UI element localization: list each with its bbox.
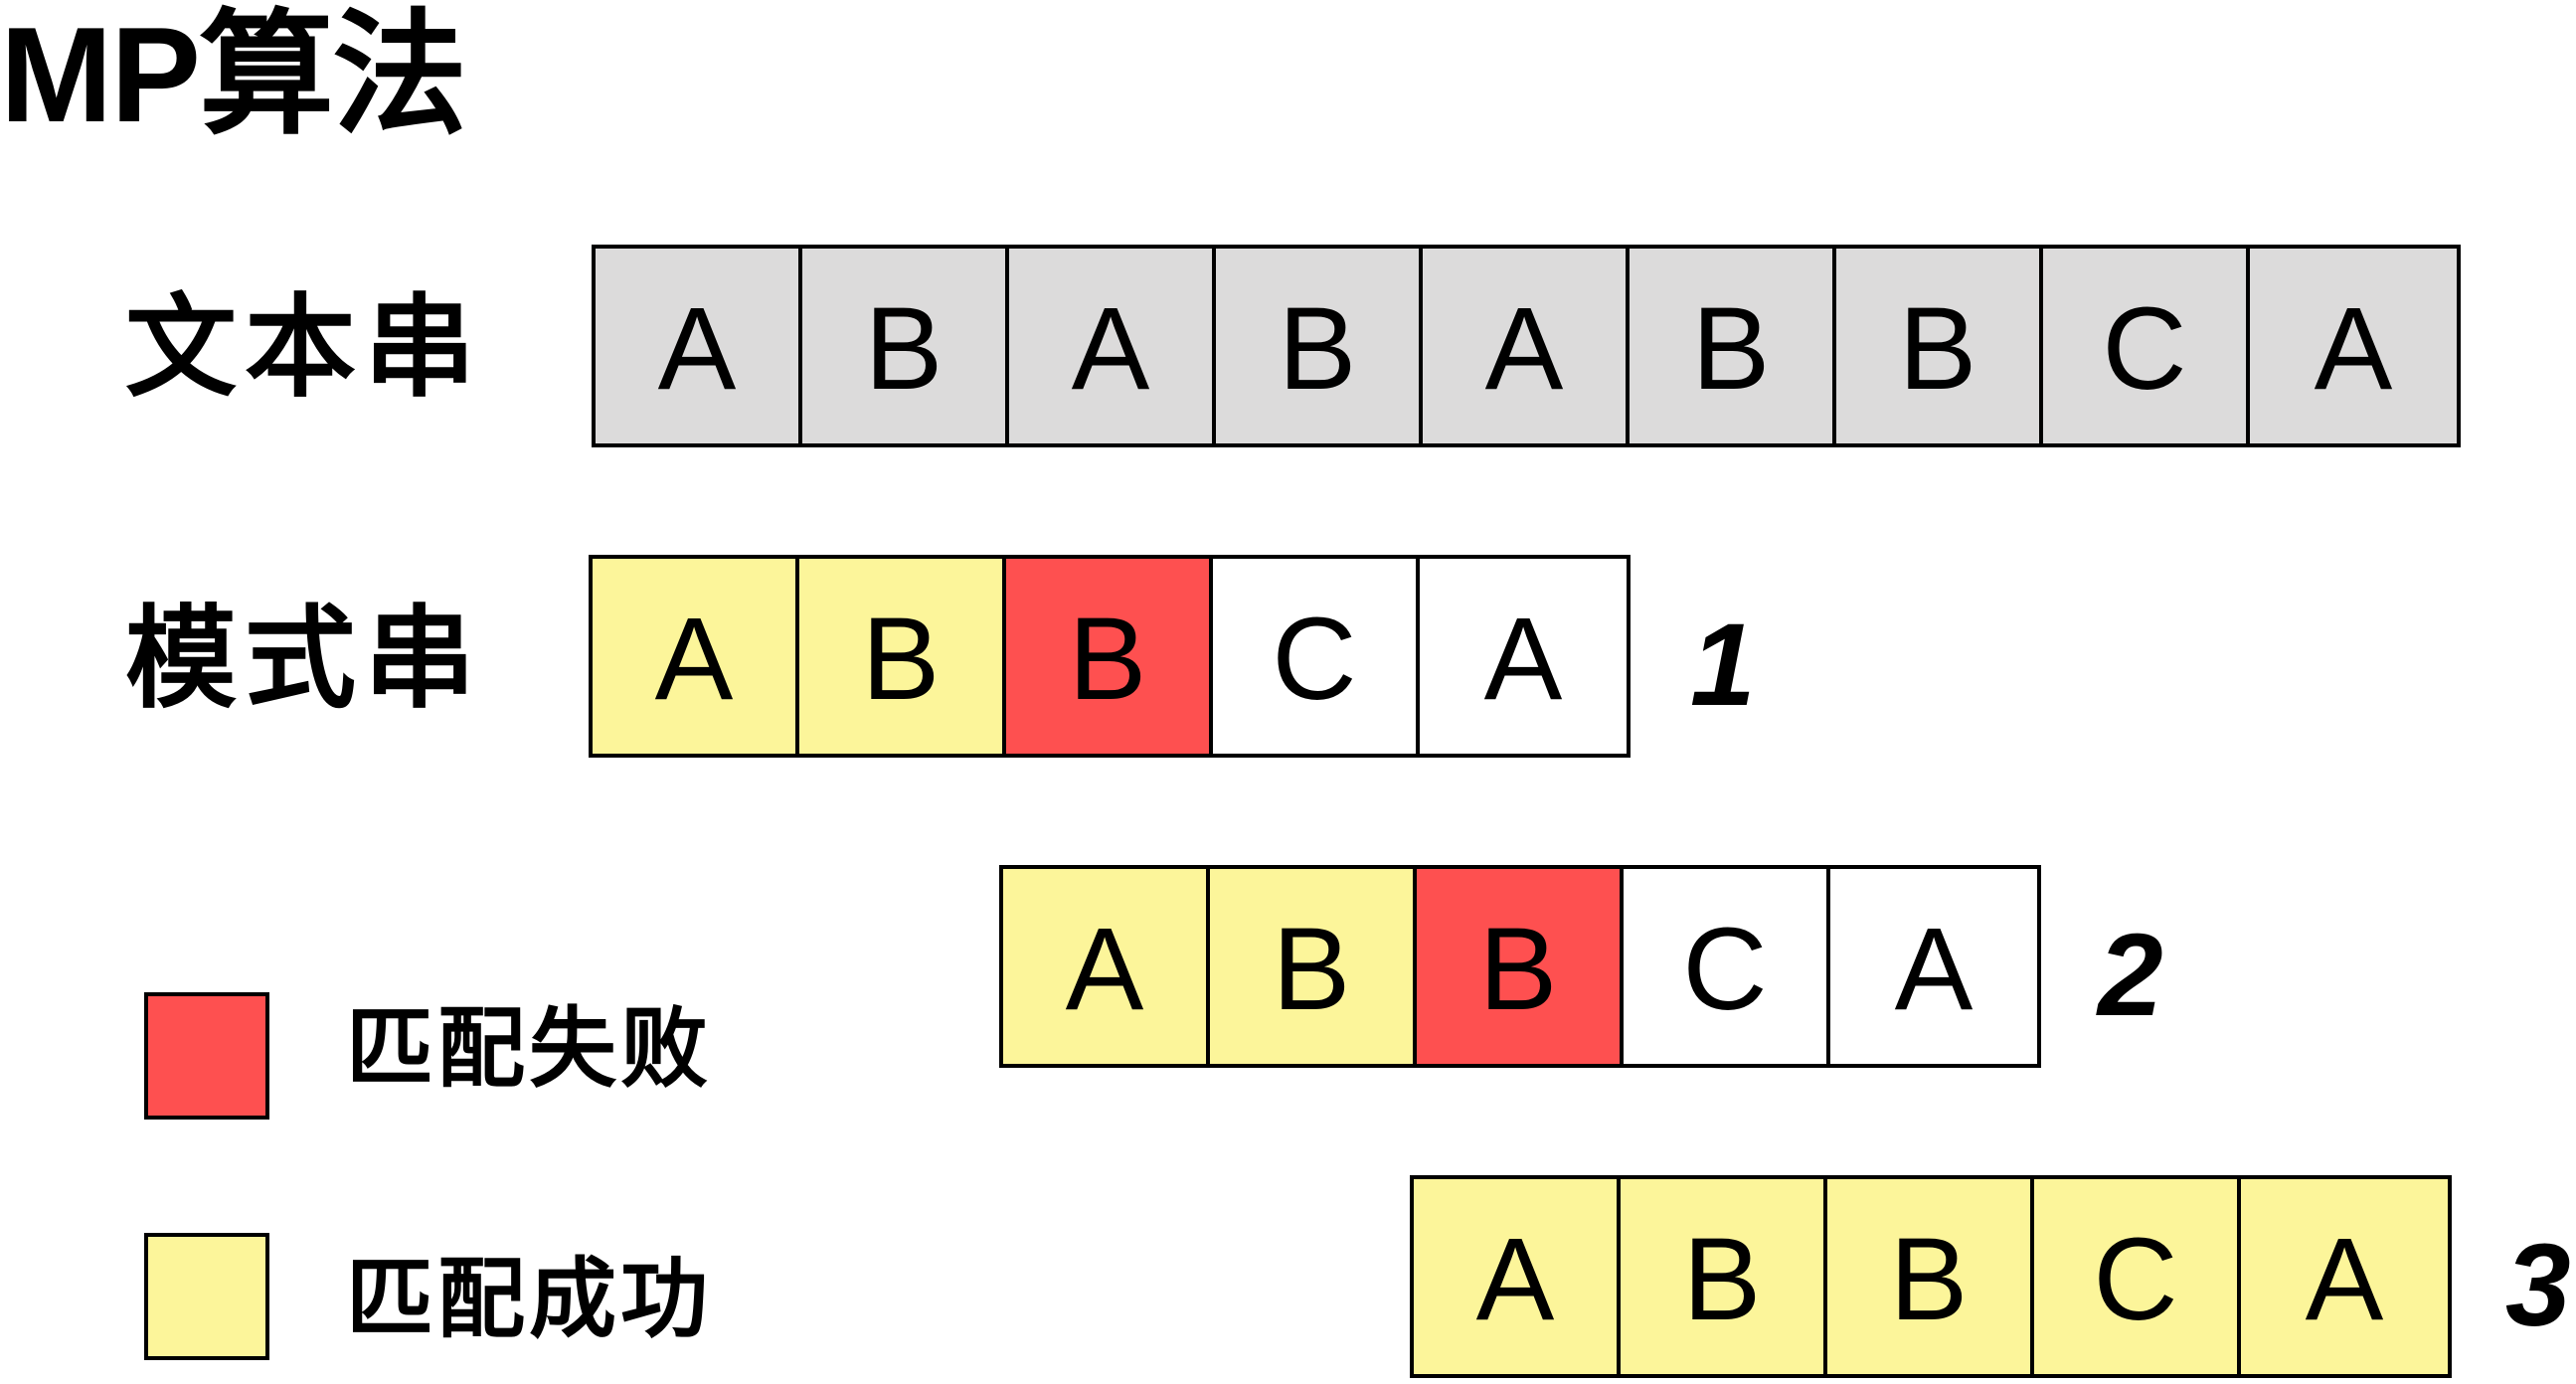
pattern-cell: B xyxy=(1827,1179,2034,1374)
text-cell: B xyxy=(1216,249,1423,443)
pattern-string-label: 模式串 xyxy=(125,597,483,721)
text-string-label: 文本串 xyxy=(125,285,483,410)
pattern-cell: A xyxy=(2241,1179,2448,1374)
pattern-attempt-2: A B B C A xyxy=(999,865,2041,1068)
pattern-cell: B xyxy=(1006,559,1213,754)
text-cell: A xyxy=(1423,249,1630,443)
step-number-2: 2 xyxy=(2098,910,2163,1041)
text-cell: B xyxy=(1630,249,1836,443)
text-cell: A xyxy=(596,249,802,443)
text-string-cells: A B A B A B B C A xyxy=(592,245,2461,447)
pattern-cell: B xyxy=(799,559,1006,754)
pattern-cell: B xyxy=(1621,1179,1827,1374)
text-cell: A xyxy=(2250,249,2457,443)
legend-swatch-success xyxy=(144,1233,269,1360)
pattern-cell: B xyxy=(1417,869,1624,1064)
pattern-cell: A xyxy=(1830,869,2037,1064)
pattern-cell: B xyxy=(1210,869,1417,1064)
pattern-cell: A xyxy=(1003,869,1210,1064)
page-title: MP算法 xyxy=(0,0,467,150)
text-cell: C xyxy=(2043,249,2250,443)
legend-swatch-fail xyxy=(144,992,269,1120)
text-cell: A xyxy=(1009,249,1216,443)
legend-label-success: 匹配成功 xyxy=(346,1250,713,1348)
pattern-cell: A xyxy=(1420,559,1627,754)
step-number-3: 3 xyxy=(2505,1220,2571,1351)
pattern-cell: A xyxy=(593,559,799,754)
pattern-cell: A xyxy=(1414,1179,1621,1374)
step-number-1: 1 xyxy=(1690,600,1756,731)
pattern-attempt-1: A B B C A xyxy=(589,555,1631,758)
pattern-cell: C xyxy=(1624,869,1830,1064)
text-cell: B xyxy=(1836,249,2043,443)
pattern-cell: C xyxy=(2034,1179,2241,1374)
pattern-cell: C xyxy=(1213,559,1420,754)
legend-label-fail: 匹配失败 xyxy=(346,999,713,1098)
pattern-attempt-3: A B B C A xyxy=(1410,1175,2452,1378)
text-cell: B xyxy=(802,249,1009,443)
